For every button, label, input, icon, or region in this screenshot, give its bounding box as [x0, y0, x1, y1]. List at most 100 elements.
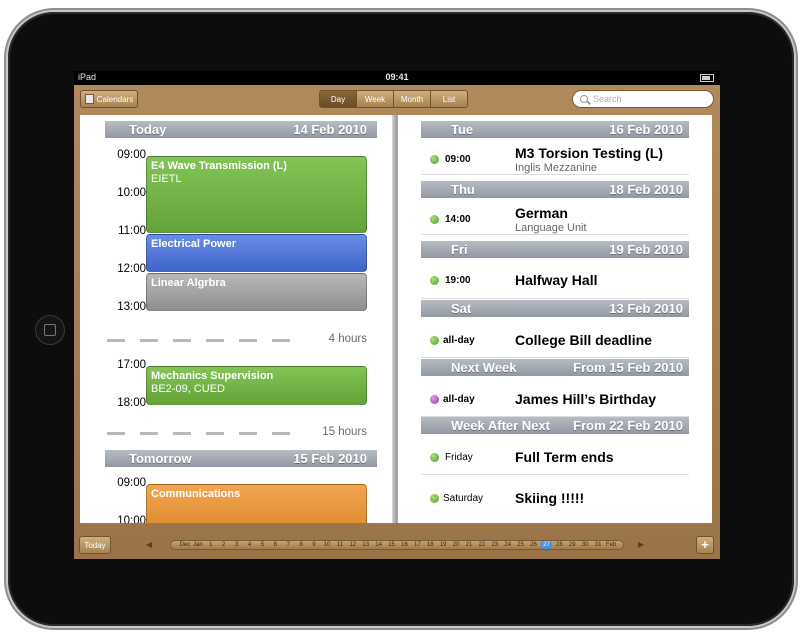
- right-arrow-icon[interactable]: ▶: [638, 540, 644, 549]
- date-strip-item[interactable]: 3: [235, 541, 238, 549]
- upcoming-list-page[interactable]: Tue 16 Feb 2010 09:00 M3 Torsion Testing…: [398, 115, 712, 523]
- gap-divider: [107, 339, 297, 342]
- date-strip-item[interactable]: Feb: [606, 541, 616, 549]
- item-title: M3 Torsion Testing (L): [515, 145, 664, 161]
- tomorrow-header: Tomorrow 15 Feb 2010: [105, 450, 377, 467]
- green-dot-icon: [430, 215, 439, 224]
- date-strip-item[interactable]: 12: [349, 541, 356, 549]
- day-header: Fri 19 Feb 2010: [421, 241, 689, 258]
- date-strip-item[interactable]: 21: [466, 541, 473, 549]
- date-strip-item[interactable]: 25: [517, 541, 524, 549]
- event-mechanics-supervision[interactable]: Mechanics Supervision BE2-09, CUED: [146, 366, 367, 405]
- event-title: Communications: [151, 488, 241, 500]
- view-switcher: Day Week Month List: [319, 90, 468, 108]
- date-strip-item[interactable]: 28: [556, 541, 563, 549]
- date-strip[interactable]: Dec Jan 1 2 3 4 5 6 7 8 9 10 11 12 13 14 15 16 17 18 19 20 21 2…: [170, 540, 624, 550]
- add-event-button[interactable]: +: [696, 536, 714, 554]
- date-strip-item[interactable]: 22: [479, 541, 486, 549]
- today-button[interactable]: Today: [79, 536, 111, 554]
- item-title: German: [515, 205, 568, 221]
- tomorrow-label: Tomorrow: [129, 451, 192, 466]
- home-button[interactable]: [35, 315, 65, 345]
- date-strip-item[interactable]: 2: [222, 541, 225, 549]
- search-input[interactable]: Search: [572, 90, 714, 108]
- date-strip-item[interactable]: 23: [491, 541, 498, 549]
- list-item[interactable]: all-day James Hill’s Birthday: [421, 376, 689, 417]
- date-strip-item[interactable]: 5: [261, 541, 264, 549]
- date-strip-item[interactable]: 30: [582, 541, 589, 549]
- date-strip-item[interactable]: 29: [569, 541, 576, 549]
- event-title: Linear Algrbra: [151, 277, 226, 289]
- date-strip-item[interactable]: 7: [287, 541, 290, 549]
- day-name: Thu: [451, 182, 475, 197]
- list-item[interactable]: Saturday Skiing !!!!!: [421, 475, 689, 515]
- date-strip-item[interactable]: 11: [337, 541, 343, 549]
- day-date: From 22 Feb 2010: [573, 418, 683, 433]
- green-dot-icon: [430, 494, 439, 503]
- tab-list[interactable]: List: [430, 90, 468, 108]
- today-label: Today: [129, 122, 167, 137]
- day-page[interactable]: Today 14 Feb 2010 09:00 10:00 11:00 12:0…: [80, 115, 395, 523]
- today-date: 14 Feb 2010: [293, 122, 367, 137]
- week-header: Week After Next From 22 Feb 2010: [421, 417, 689, 434]
- calendar-icon: [85, 94, 94, 104]
- date-strip-item[interactable]: 8: [300, 541, 303, 549]
- event-e4-wave[interactable]: E4 Wave Transmission (L) EIETL: [146, 156, 367, 233]
- date-strip-item[interactable]: Jan: [193, 541, 203, 549]
- date-strip-item[interactable]: 14: [375, 541, 382, 549]
- calendars-button[interactable]: Calendars: [80, 90, 138, 108]
- day-date: From 15 Feb 2010: [573, 360, 683, 375]
- app-frame: Calendars Day Week Month List Search Tod…: [74, 85, 720, 559]
- hour-label: 13:00: [117, 301, 146, 313]
- item-time: 09:00: [445, 154, 471, 165]
- date-strip-item[interactable]: Dec: [180, 541, 191, 549]
- bottom-toolbar: Today ◀ Dec Jan 1 2 3 4 5 6 7 8 9 10 11 12 13 14 15 16 17 1…: [74, 530, 720, 559]
- event-linear-algebra[interactable]: Linear Algrbra: [146, 273, 367, 311]
- day-header: Sat 13 Feb 2010: [421, 300, 689, 317]
- tab-day[interactable]: Day: [319, 90, 357, 108]
- date-strip-item[interactable]: 1: [209, 541, 212, 549]
- date-strip-item[interactable]: 19: [440, 541, 447, 549]
- list-item[interactable]: all-day College Bill deadline: [421, 317, 689, 358]
- date-strip-item[interactable]: 13: [362, 541, 369, 549]
- green-dot-icon: [430, 336, 439, 345]
- list-item[interactable]: 19:00 Halfway Hall: [421, 258, 689, 299]
- date-strip-item[interactable]: 6: [274, 541, 277, 549]
- home-square-icon: [44, 324, 56, 336]
- left-arrow-icon[interactable]: ◀: [146, 540, 152, 549]
- event-communications[interactable]: Communications: [146, 484, 367, 523]
- day-header: Thu 18 Feb 2010: [421, 181, 689, 198]
- date-strip-item[interactable]: 18: [427, 541, 434, 549]
- date-strip-item[interactable]: 20: [453, 541, 460, 549]
- tab-week[interactable]: Week: [356, 90, 394, 108]
- date-strip-item[interactable]: 17: [414, 541, 421, 549]
- list-item[interactable]: Friday Full Term ends: [421, 434, 689, 475]
- tab-month[interactable]: Month: [393, 90, 431, 108]
- date-strip-item[interactable]: 4: [248, 541, 251, 549]
- event-electrical-power[interactable]: Electrical Power: [146, 234, 367, 272]
- event-title: Electrical Power: [151, 238, 236, 250]
- list-item[interactable]: 14:00 German Language Unit: [421, 198, 689, 235]
- search-placeholder: Search: [593, 94, 622, 104]
- item-time: 19:00: [445, 275, 471, 286]
- item-time: Friday: [445, 452, 473, 463]
- date-strip-item[interactable]: 15: [388, 541, 395, 549]
- item-title: James Hill’s Birthday: [515, 391, 657, 407]
- date-strip-item[interactable]: 27: [541, 541, 552, 549]
- list-item[interactable]: 09:00 M3 Torsion Testing (L) Inglis Mezz…: [421, 138, 689, 175]
- day-header: Tue 16 Feb 2010: [421, 121, 689, 138]
- item-location: Language Unit: [515, 222, 587, 234]
- hour-label: 11:00: [118, 225, 146, 237]
- green-dot-icon: [430, 453, 439, 462]
- date-strip-item[interactable]: 10: [324, 541, 331, 549]
- date-strip-item[interactable]: 26: [530, 541, 537, 549]
- date-strip-item[interactable]: 31: [595, 541, 602, 549]
- hour-label: 12:00: [117, 263, 146, 275]
- status-bar: iPad 09:41: [74, 71, 720, 85]
- date-strip-item[interactable]: 24: [504, 541, 511, 549]
- day-name: Sat: [451, 301, 472, 316]
- day-date: 13 Feb 2010: [609, 301, 683, 316]
- item-time: all-day: [443, 394, 475, 405]
- date-strip-item[interactable]: 16: [401, 541, 408, 549]
- date-strip-item[interactable]: 9: [312, 541, 315, 549]
